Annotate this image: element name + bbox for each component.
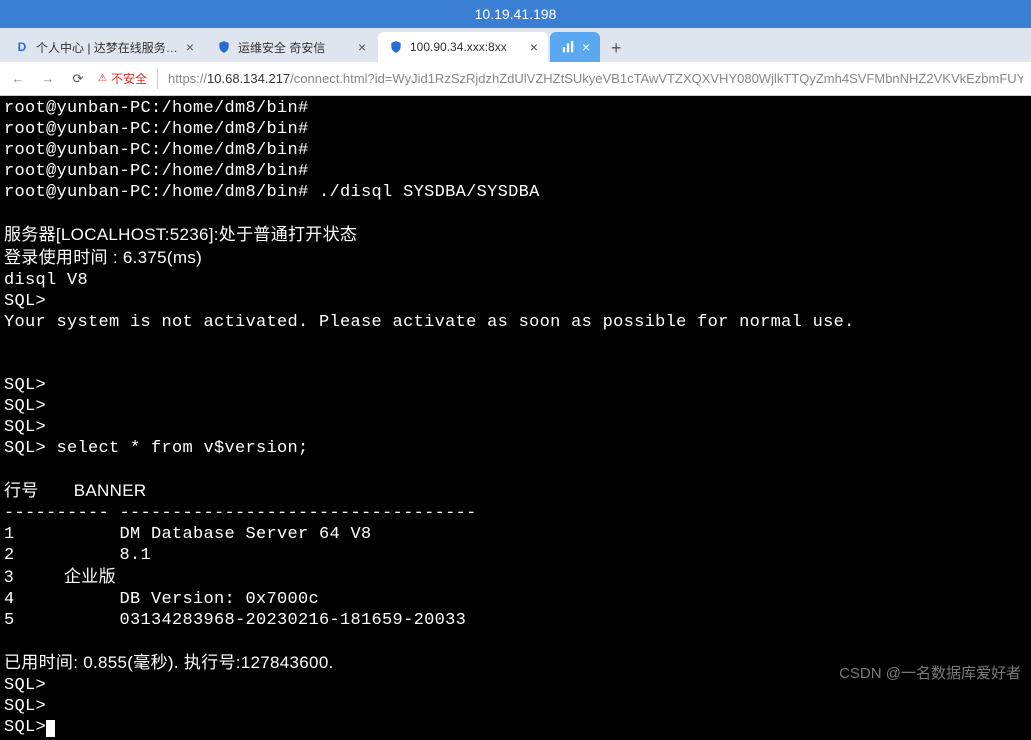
watermark: CSDN @一名数据库爱好者 (839, 662, 1021, 683)
terminal-line: 2 8.1 (4, 546, 151, 565)
tab-title: 100.90.34.xxx:8xx (410, 40, 524, 54)
terminal-line: SQL> (4, 397, 46, 416)
address-bar: ← → ⟳ ⚠ 不安全 https://10.68.134.217/connec… (0, 62, 1031, 96)
browser-tabs: D 个人中心 | 达梦在线服务平台 × 运维安全 奇安信 × 100.90.34… (0, 28, 1031, 62)
url-input[interactable]: https://10.68.134.217/connect.html?id=Wy… (168, 71, 1023, 86)
terminal-line: SQL> (4, 676, 46, 695)
terminal-line: Your system is not activated. Please act… (4, 313, 855, 332)
terminal-line: 行号 BANNER (4, 481, 146, 500)
tab-title: 运维安全 奇安信 (238, 39, 352, 56)
terminal-line: root@yunban-PC:/home/dm8/bin# (4, 120, 309, 139)
forward-button[interactable]: → (38, 69, 58, 89)
tab-qianxin[interactable]: 运维安全 奇安信 × (206, 32, 376, 62)
terminal-line: root@yunban-PC:/home/dm8/bin# (4, 99, 309, 118)
terminal-line: SQL> (4, 718, 46, 737)
terminal-line: 登录使用时间 : 6.375(ms) (4, 248, 202, 267)
terminal-line: disql V8 (4, 271, 88, 290)
new-tab-button[interactable]: + (602, 34, 630, 62)
warning-icon: ⚠ (98, 73, 107, 84)
window-title-bar: 10.19.41.198 (0, 0, 1031, 28)
back-button[interactable]: ← (8, 69, 28, 89)
title-ip: 10.19.41.198 (475, 6, 557, 22)
terminal-line: root@yunban-PC:/home/dm8/bin# (4, 162, 309, 181)
plus-icon: + (611, 38, 622, 59)
terminal-line: SQL> (4, 292, 46, 311)
terminal-line: 4 DB Version: 0x7000c (4, 590, 319, 609)
close-icon[interactable]: × (358, 39, 366, 55)
terminal-line: 3 企业版 (4, 567, 116, 586)
tab-pinned[interactable]: × (550, 32, 600, 62)
terminal-cursor (46, 720, 55, 737)
terminal-line: SQL> (4, 376, 46, 395)
close-icon[interactable]: × (582, 39, 590, 55)
terminal-line: ---------- -----------------------------… (4, 504, 477, 523)
reload-button[interactable]: ⟳ (68, 69, 88, 89)
divider (157, 69, 158, 89)
favicon-d-icon: D (14, 39, 30, 55)
terminal-line: 已用时间: 0.855(毫秒). 执行号:127843600. (4, 653, 334, 672)
tab-active[interactable]: 100.90.34.xxx:8xx × (378, 32, 548, 62)
favicon-chart-icon (560, 39, 576, 55)
terminal-line: root@yunban-PC:/home/dm8/bin# ./disql SY… (4, 183, 540, 202)
terminal-line: 1 DM Database Server 64 V8 (4, 525, 372, 544)
terminal-line: SQL> select * from v$version; (4, 439, 309, 458)
favicon-shield-icon (216, 39, 232, 55)
close-icon[interactable]: × (530, 39, 538, 55)
close-icon[interactable]: × (186, 39, 194, 55)
terminal-line: 服务器[LOCALHOST:5236]:处于普通打开状态 (4, 225, 357, 244)
insecure-label: 不安全 (111, 70, 147, 87)
tab-dameng[interactable]: D 个人中心 | 达梦在线服务平台 × (4, 32, 204, 62)
favicon-shield-icon (388, 39, 404, 55)
terminal-line: 5 03134283968-20230216-181659-20033 (4, 611, 466, 630)
terminal-line: root@yunban-PC:/home/dm8/bin# (4, 141, 309, 160)
terminal-line: SQL> (4, 697, 46, 716)
terminal-output[interactable]: root@yunban-PC:/home/dm8/bin# root@yunba… (0, 96, 1031, 740)
tab-title: 个人中心 | 达梦在线服务平台 (36, 39, 180, 56)
terminal-line: SQL> (4, 418, 46, 437)
security-warning[interactable]: ⚠ 不安全 (98, 70, 147, 87)
